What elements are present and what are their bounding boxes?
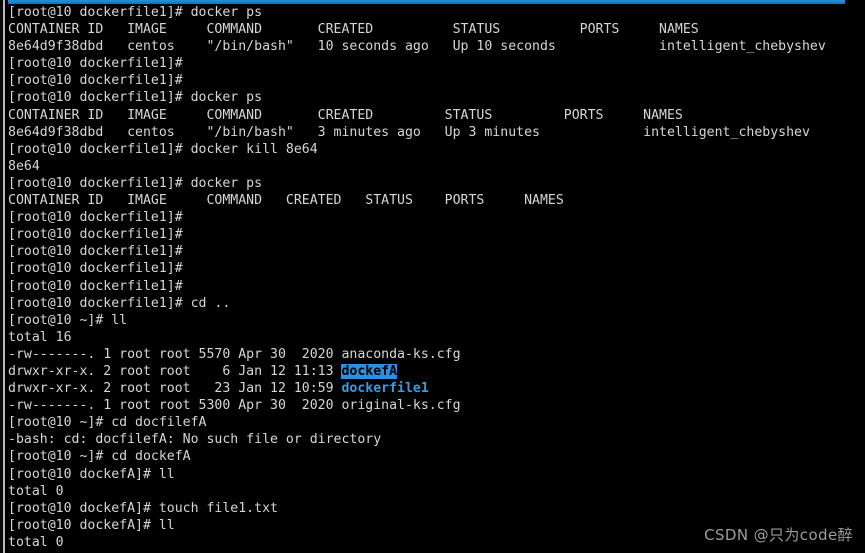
terminal-line: [root@10 dockerfile1]# docker ps	[8, 4, 865, 21]
terminal-line-text: -bash: cd: docfilefA: No such file or di…	[8, 432, 382, 448]
terminal-line-text: [root@10 dockerfile1]#	[8, 73, 183, 89]
terminal-line: [root@10 dockerfile1]#	[8, 243, 865, 260]
directory-name-selected[interactable]: dockefA	[341, 363, 398, 379]
terminal-line: -rw-------. 1 root root 5300 Apr 30 2020…	[8, 397, 865, 414]
terminal-line-text: -rw-------. 1 root root 5570 Apr 30 2020…	[8, 346, 461, 362]
terminal-line-text: [root@10 dockerfile1]#	[8, 244, 183, 260]
terminal-line-text: CONTAINER ID IMAGE COMMAND CREATED STATU…	[8, 193, 564, 209]
terminal-line-text: [root@10 ~]# cd docfilefA	[8, 415, 207, 431]
terminal-line: 8e64d9f38dbd centos "/bin/bash" 10 secon…	[8, 38, 865, 55]
terminal-line-text: [root@10 dockefA]# touch file1.txt	[8, 500, 278, 516]
terminal-line: total 0	[8, 483, 865, 500]
terminal-screen[interactable]: [root@10 dockerfile1]# docker ps CONTAINE…	[8, 4, 865, 553]
terminal-line-text: total 16	[8, 329, 72, 345]
terminal-line: -rw-------. 1 root root 5570 Apr 30 2020…	[8, 346, 865, 363]
terminal-line: [root@10 ~]# cd docfilefA	[8, 414, 865, 431]
terminal-line: [root@10 dockerfile1]# docker kill 8e64	[8, 141, 865, 158]
terminal-line: [root@10 dockerfile1]# cd ..	[8, 295, 865, 312]
terminal-line-text: [root@10 dockerfile1]#	[8, 278, 183, 294]
terminal-line-text: 8e64	[8, 158, 40, 174]
terminal-line: [root@10 dockerfile1]#	[8, 72, 865, 89]
terminal-line-text: 8e64d9f38dbd centos "/bin/bash" 3 minute…	[8, 124, 810, 140]
terminal-line-text: [root@10 dockerfile1]# cd ..	[8, 295, 231, 311]
terminal-line: [root@10 dockerfile1]#	[8, 55, 865, 72]
terminal-line-text: [root@10 dockefA]# ll	[8, 466, 175, 482]
terminal-line: [root@10 dockerfile1]# docker ps	[8, 89, 865, 106]
terminal-line: CONTAINER ID IMAGE COMMAND CREATED STATU…	[8, 21, 865, 38]
terminal-line: CONTAINER ID IMAGE COMMAND CREATED STATU…	[8, 192, 865, 209]
terminal-line-text: [root@10 dockerfile1]# docker kill 8e64	[8, 141, 318, 157]
terminal-line-text: [root@10 dockerfile1]#	[8, 210, 183, 226]
terminal-line: drwxr-xr-x. 2 root root 23 Jan 12 10:59 …	[8, 380, 865, 397]
terminal-line-text: [root@10 dockerfile1]# docker ps	[8, 90, 263, 106]
terminal-line-text: [root@10 ~]# cd dockefA	[8, 449, 191, 465]
terminal-line: [root@10 dockerfile1]# docker ps	[8, 175, 865, 192]
terminal-line: 8e64d9f38dbd centos "/bin/bash" 3 minute…	[8, 124, 865, 141]
terminal-line-text: total 0	[8, 483, 64, 499]
terminal-line-text: [root@10 dockerfile1]#	[8, 261, 183, 277]
terminal-line-text: [root@10 dockerfile1]# docker ps	[8, 175, 263, 191]
terminal-line: [root@10 dockerfile1]#	[8, 260, 865, 277]
terminal-line-text: [root@10 dockerfile1]#	[8, 227, 183, 243]
terminal-line: [root@10 dockerfile1]#	[8, 226, 865, 243]
window-titlebar-accent-highlight	[8, 0, 845, 2]
terminal-line: drwxr-xr-x. 2 root root 6 Jan 12 11:13 d…	[8, 363, 865, 380]
terminal-window[interactable]: [root@10 dockerfile1]# docker ps CONTAINE…	[0, 0, 865, 553]
terminal-line-text: CONTAINER ID IMAGE COMMAND CREATED STATU…	[8, 22, 699, 38]
terminal-line-text: CONTAINER ID IMAGE COMMAND CREATED STATU…	[8, 107, 683, 123]
terminal-line-text: total 0	[8, 534, 64, 550]
terminal-line: CONTAINER ID IMAGE COMMAND CREATED STATU…	[8, 107, 865, 124]
terminal-line: [root@10 dockerfile1]#	[8, 278, 865, 295]
terminal-line: [root@10 dockefA]# touch file1.txt	[8, 500, 865, 517]
terminal-line-text: [root@10 dockerfile1]#	[8, 56, 183, 72]
terminal-line-text: [root@10 ~]# ll	[8, 312, 128, 328]
terminal-line-text: -rw-------. 1 root root 5300 Apr 30 2020…	[8, 398, 461, 414]
terminal-line: [root@10 ~]# cd dockefA	[8, 448, 865, 465]
csdn-watermark: CSDN @只为code醉	[704, 526, 853, 544]
terminal-line: -bash: cd: docfilefA: No such file or di…	[8, 431, 865, 448]
file-entry-metadata: drwxr-xr-x. 2 root root 6 Jan 12 11:13	[8, 363, 342, 379]
terminal-line: [root@10 dockefA]# ll	[8, 466, 865, 483]
terminal-line-text: [root@10 dockerfile1]# docker ps	[8, 5, 263, 20]
terminal-line: total 16	[8, 329, 865, 346]
terminal-line: [root@10 dockerfile1]#	[8, 209, 865, 226]
terminal-line-text: 8e64d9f38dbd centos "/bin/bash" 10 secon…	[8, 39, 826, 55]
directory-name[interactable]: dockerfile1	[341, 381, 428, 396]
file-entry-metadata: drwxr-xr-x. 2 root root 23 Jan 12 10:59	[8, 381, 342, 397]
terminal-line: [root@10 ~]# ll	[8, 312, 865, 329]
terminal-line-text: [root@10 dockefA]# ll	[8, 517, 175, 533]
terminal-line: 8e64	[8, 158, 865, 175]
